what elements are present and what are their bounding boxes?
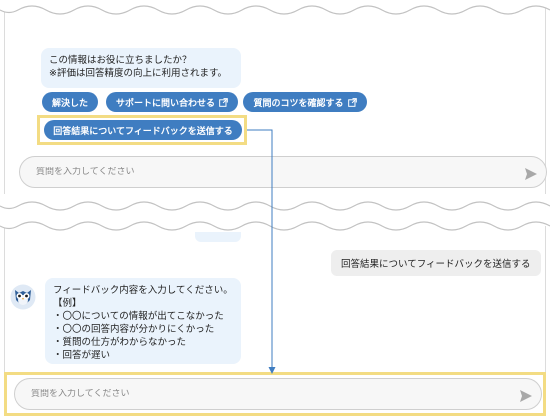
flow-connector-arrow: [247, 129, 276, 374]
